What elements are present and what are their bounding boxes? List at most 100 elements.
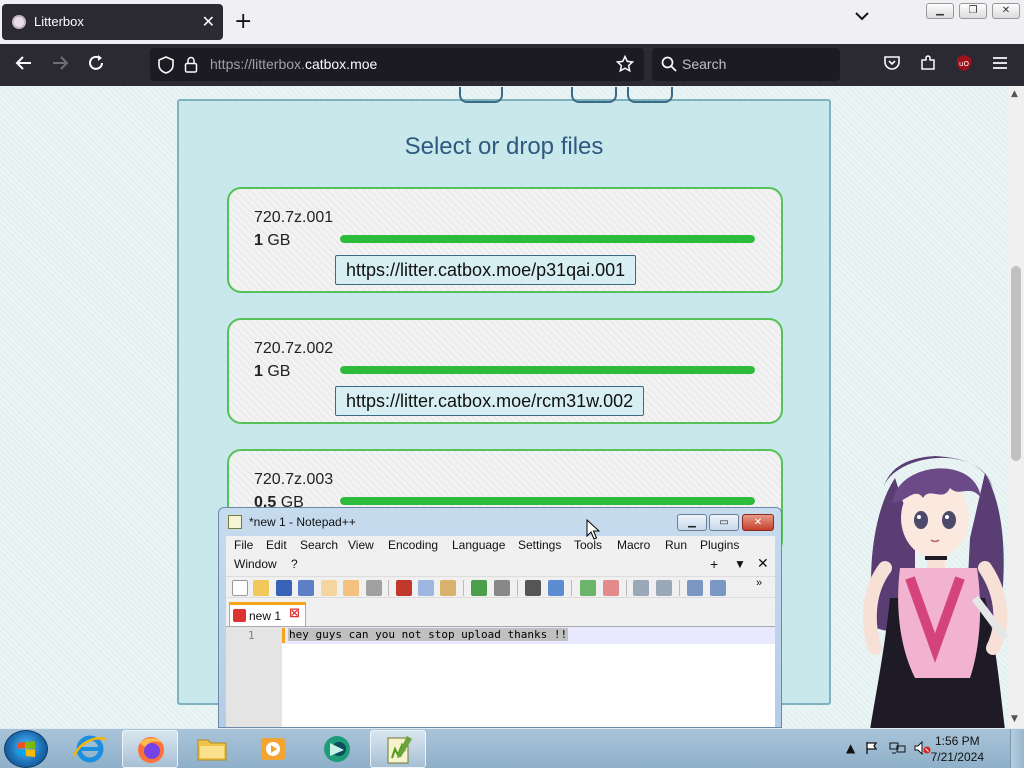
bookmark-star-icon[interactable] bbox=[615, 54, 635, 76]
upload-result-link[interactable]: https://litter.catbox.moe/rcm31w.002 bbox=[335, 386, 645, 416]
url-text[interactable]: https://litterbox.catbox.moe bbox=[210, 56, 377, 72]
editor-content[interactable]: hey guys can you not stop upload thanks … bbox=[288, 628, 569, 641]
list-all-tabs-icon[interactable] bbox=[854, 10, 870, 24]
notepadpp-titlebar[interactable]: *new 1 - Notepad++ ▁ ▭ ✕ bbox=[219, 508, 781, 536]
back-arrow-icon[interactable] bbox=[13, 54, 35, 76]
new-tab-icon[interactable]: + bbox=[234, 8, 252, 36]
ublock-origin-icon[interactable]: uO bbox=[953, 54, 975, 76]
replace-icon[interactable] bbox=[548, 580, 564, 596]
redo-icon[interactable] bbox=[494, 580, 510, 596]
reload-icon[interactable] bbox=[85, 54, 107, 76]
taskbar-app-globe[interactable] bbox=[308, 730, 364, 768]
search-bar[interactable]: Search bbox=[652, 48, 840, 81]
taskbar-internet-explorer[interactable] bbox=[62, 730, 118, 768]
taskbar-file-explorer[interactable] bbox=[184, 730, 240, 768]
zoom-in-icon[interactable] bbox=[580, 580, 596, 596]
new-file-icon[interactable] bbox=[232, 580, 248, 596]
browser-tab-strip: Litterbox ✕ + ▁ ❐ ✕ bbox=[0, 0, 1024, 44]
drop-zone-heading[interactable]: Select or drop files bbox=[179, 133, 829, 161]
system-clock[interactable]: 1:56 PM 7/21/2024 bbox=[931, 733, 984, 765]
paste-icon[interactable] bbox=[440, 580, 456, 596]
toolbar-separator bbox=[679, 580, 680, 596]
toolbar-overflow-icon[interactable]: » bbox=[756, 577, 762, 589]
sync-horizontal-icon[interactable] bbox=[656, 580, 672, 596]
action-center-flag-icon[interactable] bbox=[865, 741, 879, 758]
upload-progress-fill bbox=[340, 235, 755, 243]
menu-encoding[interactable]: Encoding bbox=[388, 538, 438, 552]
address-bar[interactable]: https://litterbox.catbox.moe bbox=[150, 48, 644, 81]
hamburger-menu-icon[interactable] bbox=[989, 54, 1011, 76]
close-window-button[interactable]: ✕ bbox=[992, 3, 1020, 19]
menu-search[interactable]: Search bbox=[300, 538, 338, 552]
upload-progress-bar bbox=[340, 497, 755, 505]
menu-window[interactable]: Window bbox=[234, 557, 277, 571]
copy-icon[interactable] bbox=[418, 580, 434, 596]
menu-plugins[interactable]: Plugins bbox=[700, 538, 739, 552]
undo-icon[interactable] bbox=[471, 580, 487, 596]
lock-icon[interactable] bbox=[184, 56, 198, 76]
save-icon[interactable] bbox=[276, 580, 292, 596]
network-icon[interactable] bbox=[889, 741, 907, 758]
notepadpp-window[interactable]: *new 1 - Notepad++ ▁ ▭ ✕ File Edit Searc… bbox=[218, 507, 782, 728]
zoom-out-icon[interactable] bbox=[603, 580, 619, 596]
file-name: 720.7z.002 bbox=[254, 340, 334, 357]
notepadpp-app-icon bbox=[228, 515, 242, 529]
tab-litterbox[interactable]: Litterbox ✕ bbox=[2, 4, 223, 40]
file-name: 720.7z.001 bbox=[254, 209, 334, 226]
open-file-icon[interactable] bbox=[253, 580, 269, 596]
find-icon[interactable] bbox=[525, 580, 541, 596]
scrollbar-thumb[interactable] bbox=[1011, 266, 1021, 461]
sync-vertical-icon[interactable] bbox=[633, 580, 649, 596]
clock-time: 1:56 PM bbox=[934, 734, 980, 748]
taskbar-media-player[interactable] bbox=[245, 730, 301, 768]
toolbar-separator bbox=[388, 580, 389, 596]
search-placeholder: Search bbox=[682, 56, 727, 72]
print-icon[interactable] bbox=[366, 580, 382, 596]
menu-run[interactable]: Run bbox=[665, 538, 687, 552]
menu-edit[interactable]: Edit bbox=[266, 538, 287, 552]
upload-progress-bar bbox=[340, 366, 755, 374]
taskbar-notepadpp[interactable] bbox=[370, 730, 426, 768]
extensions-puzzle-icon[interactable] bbox=[917, 54, 939, 76]
notepadpp-close-button[interactable]: ✕ bbox=[742, 514, 774, 531]
close-document-icon[interactable]: ✕ bbox=[757, 555, 769, 572]
menu-language[interactable]: Language bbox=[452, 538, 505, 552]
menu-file[interactable]: File bbox=[234, 538, 253, 552]
taskbar-firefox[interactable] bbox=[122, 730, 178, 768]
tab-close-icon[interactable]: ⊠ bbox=[289, 606, 300, 621]
start-button[interactable] bbox=[4, 730, 48, 768]
close-all-icon[interactable] bbox=[343, 580, 359, 596]
volume-muted-icon[interactable] bbox=[914, 740, 932, 758]
save-all-icon[interactable] bbox=[298, 580, 314, 596]
menu-settings[interactable]: Settings bbox=[518, 538, 561, 552]
upload-result-link[interactable]: https://litter.catbox.moe/p31qai.001 bbox=[335, 255, 637, 285]
green-globe-app-icon bbox=[324, 736, 350, 762]
restore-window-button[interactable]: ❐ bbox=[959, 3, 987, 19]
notepadpp-minimize-button[interactable]: ▁ bbox=[677, 514, 707, 531]
menu-view[interactable]: View bbox=[348, 538, 374, 552]
tab-close-icon[interactable]: ✕ bbox=[202, 12, 215, 32]
tab-list-dropdown-icon[interactable]: ▼ bbox=[734, 557, 746, 571]
notepadpp-maximize-button[interactable]: ▭ bbox=[709, 514, 739, 531]
close-file-icon[interactable] bbox=[321, 580, 337, 596]
line-number-gutter: 1 bbox=[226, 627, 282, 727]
add-tab-icon[interactable]: + bbox=[710, 556, 718, 572]
text-editor[interactable]: 1 hey guys can you not stop upload thank… bbox=[226, 626, 775, 727]
pocket-icon[interactable] bbox=[881, 54, 903, 76]
cut-icon[interactable] bbox=[396, 580, 412, 596]
document-tab-new1[interactable]: new 1 ⊠ bbox=[229, 602, 306, 626]
menu-help[interactable]: ? bbox=[291, 557, 298, 571]
show-hidden-icons-arrow-icon[interactable]: ▲ bbox=[846, 741, 855, 755]
document-tab-label: new 1 bbox=[249, 609, 282, 623]
toolbar-separator bbox=[463, 580, 464, 596]
tracking-shield-icon[interactable] bbox=[158, 56, 174, 77]
upload-file-card: 720.7z.001 1 GB https://litter.catbox.mo… bbox=[227, 187, 783, 293]
page-tab-stub bbox=[459, 87, 503, 103]
forward-arrow-icon[interactable] bbox=[49, 54, 71, 76]
scroll-up-arrow-icon[interactable]: ▲ bbox=[1011, 89, 1018, 99]
show-desktop-button[interactable] bbox=[1010, 729, 1024, 768]
menu-macro[interactable]: Macro bbox=[617, 538, 650, 552]
show-all-characters-icon[interactable] bbox=[710, 580, 726, 596]
word-wrap-icon[interactable] bbox=[687, 580, 703, 596]
minimize-window-button[interactable]: ▁ bbox=[926, 3, 954, 19]
